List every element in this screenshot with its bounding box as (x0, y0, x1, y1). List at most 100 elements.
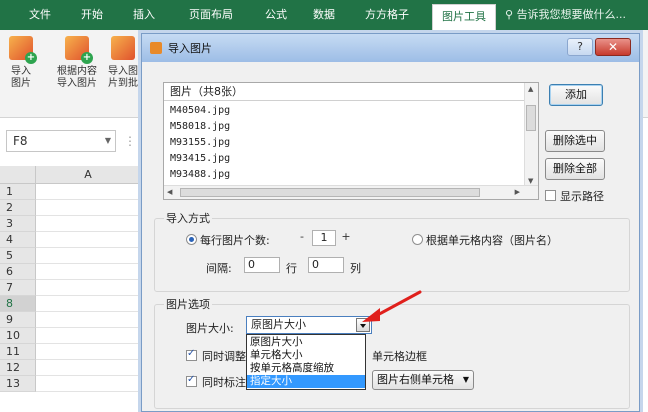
grid-row-cells[interactable] (36, 360, 140, 376)
import-to-comment-label: 导入图 片到批 (108, 66, 138, 89)
delete-all-button[interactable]: 删除全部 (545, 158, 605, 180)
tab-home[interactable]: 开始 (72, 0, 112, 30)
tab-data[interactable]: 数据 (304, 0, 344, 30)
red-arrow-annotation (362, 290, 422, 322)
scroll-down-icon[interactable]: ▼ (528, 177, 533, 185)
row-header[interactable]: 6 (0, 264, 36, 280)
per-row-minus-button[interactable]: - (294, 230, 310, 246)
grid-row-cells[interactable] (36, 344, 140, 360)
row-header[interactable]: 1 (0, 184, 36, 200)
chevron-down-icon[interactable]: ▼ (463, 371, 469, 389)
tab-fangfang[interactable]: 方方格子 (352, 0, 422, 30)
mark-name-checkbox[interactable] (186, 374, 197, 387)
column-header-a[interactable]: A (36, 166, 140, 184)
mark-position-value: 图片右侧单元格 (377, 373, 454, 386)
row-header[interactable]: 11 (0, 344, 36, 360)
formula-bar: F8 ▼ ⋮ (0, 128, 140, 154)
import-by-content-button[interactable]: + 根据内容 导入图片 (52, 36, 102, 90)
picture-list[interactable]: 图片（共8张） M40504.jpg M58018.jpg M93155.jpg M9… (163, 82, 539, 200)
list-item[interactable]: M40504.jpg (170, 105, 230, 116)
per-row-label: 每行图片个数: (200, 234, 270, 247)
cols-unit: 列 (350, 262, 361, 275)
grid-row-cells[interactable] (36, 312, 140, 328)
adjust-border-label-prefix: 同时调整 (202, 350, 246, 363)
import-mode-group (154, 218, 630, 292)
import-to-comment-icon (111, 36, 135, 60)
scroll-up-icon[interactable]: ▲ (528, 85, 533, 93)
row-header[interactable]: 4 (0, 232, 36, 248)
scroll-left-icon[interactable]: ◀ (167, 188, 172, 196)
dialog-title-bar[interactable]: 导入图片 ? ✕ (142, 34, 639, 62)
row-header[interactable]: 5 (0, 248, 36, 264)
grid-row-cells[interactable] (36, 296, 140, 312)
grid-row-cells[interactable] (36, 264, 140, 280)
import-by-content-icon: + (65, 36, 93, 64)
row-header[interactable]: 10 (0, 328, 36, 344)
grid-row-cells[interactable] (36, 232, 140, 248)
per-row-radio[interactable] (186, 234, 197, 245)
close-button[interactable]: ✕ (595, 38, 631, 56)
tab-file[interactable]: 文件 (20, 0, 60, 30)
size-label: 图片大小: (186, 322, 234, 335)
list-item[interactable]: M93488.jpg (170, 169, 230, 180)
list-item[interactable]: M93415.jpg (170, 153, 230, 164)
row-header[interactable]: 3 (0, 216, 36, 232)
size-select[interactable]: 原图片大小 (246, 316, 372, 334)
row-header[interactable]: 2 (0, 200, 36, 216)
grid-row-cells[interactable] (36, 184, 140, 200)
grid-row-cells[interactable] (36, 280, 140, 296)
tab-formulas[interactable]: 公式 (256, 0, 296, 30)
show-path-label: 显示路径 (560, 190, 604, 203)
tab-insert[interactable]: 插入 (124, 0, 164, 30)
delete-selected-button[interactable]: 删除选中 (545, 130, 605, 152)
ribbon-tab-bar: 文件 开始 插入 页面布局 公式 数据 方方格子 图片工具 ⚲ 告诉我您想要做什… (0, 0, 648, 30)
name-box[interactable]: F8 ▼ (6, 130, 116, 152)
import-to-comment-button[interactable]: 导入图 片到批 (106, 36, 140, 90)
row-header[interactable]: 13 (0, 376, 36, 392)
import-picture-icon: + (9, 36, 37, 64)
size-option-original[interactable]: 原图片大小 (247, 336, 365, 349)
lightbulb-icon: ⚲ (505, 8, 517, 21)
mark-position-select[interactable]: 图片右侧单元格 ▼ (372, 370, 474, 390)
grid-row-cells[interactable] (36, 328, 140, 344)
help-button[interactable]: ? (567, 38, 593, 56)
grid-row-cells[interactable] (36, 248, 140, 264)
spacing-label: 间隔: (206, 262, 232, 275)
list-item[interactable]: M58018.jpg (170, 121, 230, 132)
list-item[interactable]: M93155.jpg (170, 137, 230, 148)
per-row-plus-button[interactable]: + (338, 230, 354, 246)
tab-page-layout[interactable]: 页面布局 (176, 0, 246, 30)
list-horizontal-scrollbar[interactable]: ◀ ▶ (164, 185, 538, 199)
size-option-specified[interactable]: 指定大小 (247, 375, 365, 388)
grid-row-cells[interactable] (36, 200, 140, 216)
chevron-down-icon[interactable]: ▼ (105, 131, 111, 151)
formula-separator: ⋮ (124, 134, 136, 148)
import-picture-button[interactable]: + 导入 图片 (6, 36, 37, 90)
spacing-rows-input[interactable]: 0 (244, 257, 280, 273)
tell-me-search[interactable]: ⚲ 告诉我您想要做什么... (505, 0, 626, 30)
spacing-cols-input[interactable]: 0 (308, 257, 344, 273)
row-header[interactable]: 7 (0, 280, 36, 296)
list-vertical-scrollbar[interactable]: ▲ ▼ (524, 83, 538, 187)
size-option-cell[interactable]: 单元格大小 (247, 349, 365, 362)
size-option-scale-height[interactable]: 按单元格高度缩放 (247, 362, 365, 375)
tab-picture-tools[interactable]: 图片工具 (432, 4, 496, 30)
row-header[interactable]: 12 (0, 360, 36, 376)
per-row-input[interactable]: 1 (312, 230, 336, 246)
grid-row-cells[interactable] (36, 216, 140, 232)
grid-row-cells[interactable] (36, 376, 140, 392)
add-button[interactable]: 添加 (549, 84, 603, 106)
import-mode-title: 导入方式 (164, 210, 212, 226)
scroll-right-icon[interactable]: ▶ (515, 188, 520, 196)
select-all-corner[interactable] (0, 166, 36, 184)
by-content-label: 根据单元格内容（图片名） (426, 234, 558, 247)
adjust-border-checkbox[interactable] (186, 348, 197, 361)
row-header[interactable]: 9 (0, 312, 36, 328)
tell-me-text: 告诉我您想要做什么... (516, 8, 627, 21)
row-header[interactable]: 8 (0, 296, 36, 312)
vertical-scroll-thumb[interactable] (526, 105, 536, 131)
horizontal-scroll-thumb[interactable] (180, 188, 480, 197)
show-path-checkbox[interactable] (545, 190, 556, 201)
adjust-border-label-suffix: 单元格边框 (372, 350, 427, 363)
by-content-radio[interactable] (412, 234, 423, 245)
